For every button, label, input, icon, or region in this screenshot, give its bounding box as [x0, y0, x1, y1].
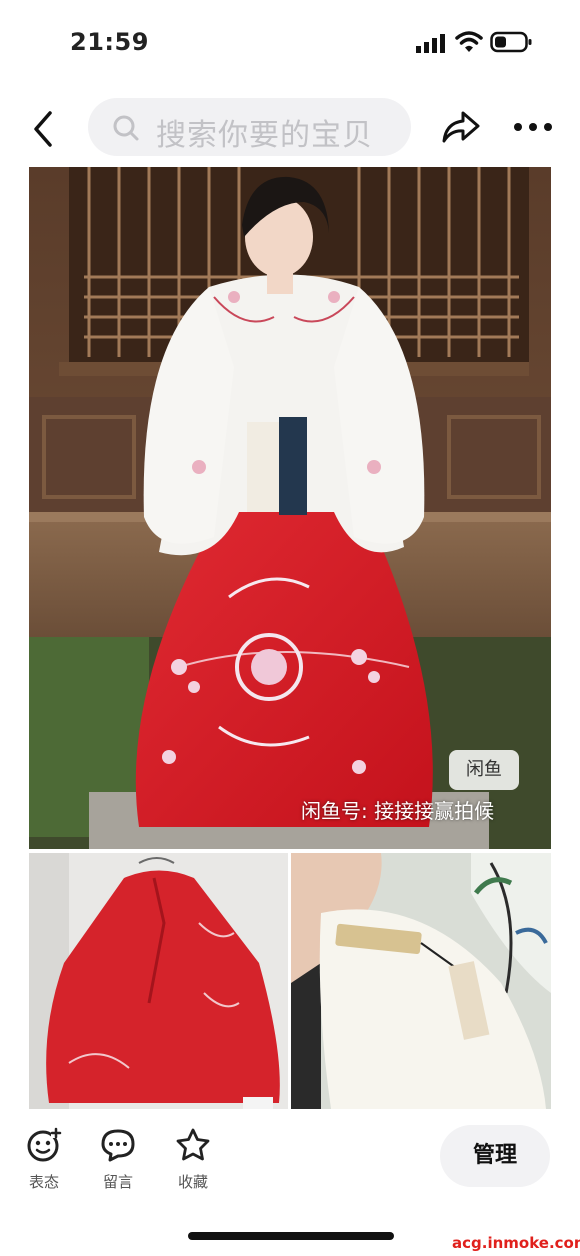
react-button[interactable]: 表态 — [18, 1127, 70, 1192]
search-placeholder: 搜索你要的宝贝 — [156, 118, 373, 153]
more-options-icon[interactable] — [512, 117, 554, 137]
back-chevron-icon[interactable] — [28, 109, 58, 149]
bottom-action-bar: 表态 留言 收藏 管理 — [0, 1115, 580, 1215]
comment-label: 留言 — [102, 1173, 133, 1191]
main-product-image[interactable]: 闲鱼 闲鱼号: 接接接赢拍候 — [29, 167, 551, 849]
react-label: 表态 — [28, 1173, 59, 1191]
star-icon — [176, 1128, 210, 1161]
white-garment-tag-photo — [291, 853, 551, 1109]
red-cloak-photo — [29, 853, 288, 1109]
product-thumbnail-cloak[interactable] — [29, 853, 288, 1109]
emoji-plus-icon — [27, 1127, 62, 1162]
comment-bubble-icon — [101, 1129, 135, 1162]
clock: 21:59 — [70, 28, 149, 56]
favorite-button[interactable]: 收藏 — [167, 1127, 219, 1192]
manage-button[interactable]: 管理 — [440, 1125, 550, 1187]
xianyu-watermark-text: 闲鱼号: 接接接赢拍候 — [301, 799, 495, 823]
search-input[interactable]: 搜索你要的宝贝 — [88, 98, 411, 156]
nav-bar: 搜索你要的宝贝 — [0, 95, 580, 161]
wifi-icon — [455, 31, 483, 52]
favorite-label: 收藏 — [177, 1173, 208, 1191]
battery-icon — [490, 31, 532, 53]
share-icon[interactable] — [441, 109, 481, 145]
cellular-signal-icon — [416, 34, 445, 53]
home-indicator[interactable] — [188, 1232, 394, 1240]
comment-button[interactable]: 留言 — [92, 1127, 144, 1192]
search-icon — [113, 115, 139, 141]
product-thumbnail-tag[interactable] — [291, 853, 551, 1109]
xianyu-watermark-badge: 闲鱼 — [449, 750, 519, 790]
hanfu-photo — [29, 167, 551, 849]
status-bar: 21:59 — [0, 0, 580, 86]
site-watermark: acg.inmoke.com — [452, 1234, 580, 1252]
